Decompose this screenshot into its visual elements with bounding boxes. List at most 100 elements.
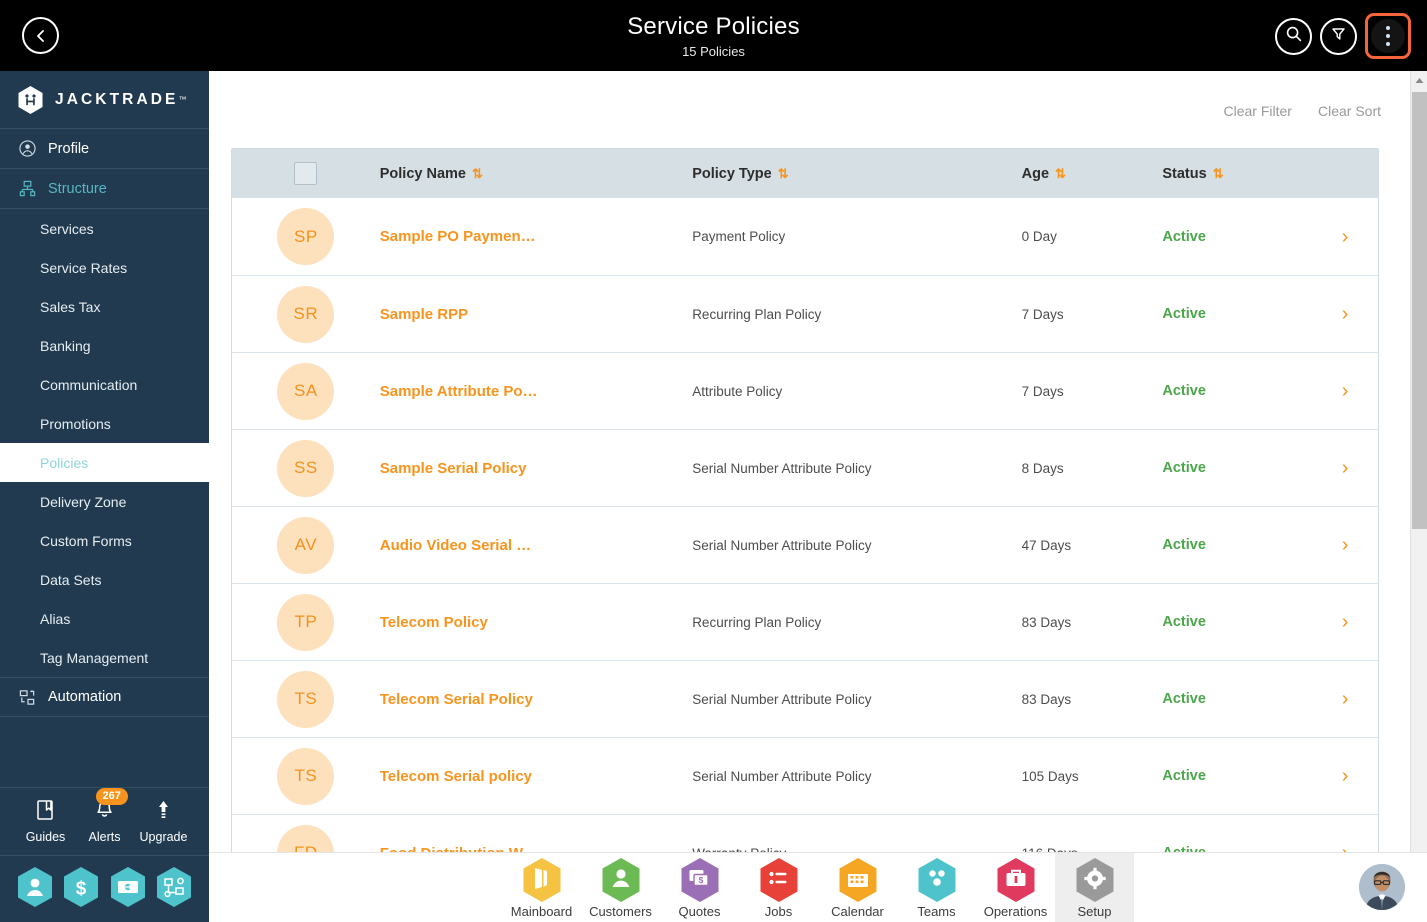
column-header-age[interactable]: Age ⇅ xyxy=(1022,166,1163,182)
sidebar-item-sales-tax[interactable]: Sales Tax xyxy=(0,287,209,326)
cell-age: 0 Day xyxy=(1021,229,1057,244)
sidebar-item-delivery-zone[interactable]: Delivery Zone xyxy=(0,482,209,521)
sidebar-item-banking[interactable]: Banking xyxy=(0,326,209,365)
table-row[interactable]: SA Sample Attribute Po… Attribute Policy 7 … xyxy=(232,352,1378,429)
cell-policy-name[interactable]: Sample RPP xyxy=(380,306,692,323)
dollar-hex-button[interactable]: $ xyxy=(62,866,100,910)
avatar-initials: SP xyxy=(277,208,335,265)
chevron-left-icon xyxy=(34,29,48,43)
sidebar-item-data-sets[interactable]: Data Sets xyxy=(0,560,209,599)
sidebar-item-services[interactable]: Services xyxy=(0,209,209,248)
column-header-status[interactable]: Status ⇅ xyxy=(1162,166,1312,182)
jacktrade-hex-logo-icon xyxy=(17,85,44,115)
table-row[interactable]: FDFood Distribution WWarranty Policy116 … xyxy=(232,814,1378,852)
bottom-nav-operations[interactable]: Operations xyxy=(976,853,1055,922)
select-all-checkbox[interactable] xyxy=(294,162,318,185)
sidebar-item-structure[interactable]: Structure xyxy=(0,169,209,209)
status-badge: Active xyxy=(1162,228,1206,245)
row-open-button[interactable]: › xyxy=(1312,612,1378,632)
sidebar-item-label: Banking xyxy=(40,337,91,354)
row-avatar-cell: AV xyxy=(232,516,380,574)
avatar[interactable] xyxy=(1359,864,1405,910)
sidebar-item-label: Profile xyxy=(48,140,90,157)
column-header-policy-type[interactable]: Policy Type ⇅ xyxy=(692,166,1021,182)
scroll-up-button[interactable] xyxy=(1411,71,1427,88)
row-open-button[interactable]: › xyxy=(1312,227,1378,247)
guides-label: Guides xyxy=(25,830,66,844)
money-transfer-hex-button[interactable] xyxy=(109,866,147,910)
vertical-scrollbar[interactable] xyxy=(1410,71,1427,852)
cell-policy-type: Attribute Policy xyxy=(692,383,783,399)
clear-filter-button[interactable]: Clear Filter xyxy=(1224,103,1292,119)
cell-policy-name[interactable]: Telecom Serial policy xyxy=(380,768,692,785)
sidebar-item-profile[interactable]: Profile xyxy=(0,129,209,169)
sort-icon[interactable]: ⇅ xyxy=(1055,166,1066,182)
cell-age: 105 Days xyxy=(1021,768,1079,784)
cell-policy-type: Serial Number Attribute Policy xyxy=(692,691,872,707)
row-open-button[interactable]: › xyxy=(1312,766,1378,786)
cell-policy-name[interactable]: Sample Attribute Po… xyxy=(380,383,692,400)
upgrade-button[interactable]: Upgrade xyxy=(135,799,193,844)
sidebar-item-promotions[interactable]: Promotions xyxy=(0,404,209,443)
sidebar-item-service-rates[interactable]: Service Rates xyxy=(0,248,209,287)
person-hex-button[interactable] xyxy=(16,866,54,910)
bottom-nav-quotes[interactable]: $ Quotes xyxy=(660,853,739,922)
table-row[interactable]: TS Telecom Serial policy Serial Number Att… xyxy=(232,737,1378,814)
more-options-button[interactable] xyxy=(1365,13,1411,59)
row-open-button[interactable]: › xyxy=(1312,843,1378,852)
sidebar-item-alias[interactable]: Alias xyxy=(0,599,209,638)
book-icon xyxy=(35,799,56,827)
bottom-nav-calendar[interactable]: Calendar xyxy=(818,853,897,922)
clear-sort-button[interactable]: Clear Sort xyxy=(1318,103,1381,119)
table-row[interactable]: TP Telecom Policy Recurring Plan Policy 83 … xyxy=(232,583,1378,660)
bottom-nav-teams[interactable]: Teams xyxy=(897,853,976,922)
cell-policy-name[interactable]: Telecom Serial Policy xyxy=(380,691,692,708)
cell-policy-name[interactable]: Telecom Policy xyxy=(380,614,692,631)
row-open-button[interactable]: › xyxy=(1312,458,1378,478)
filter-button[interactable] xyxy=(1320,17,1357,55)
sidebar-item-policies[interactable]: Policies xyxy=(0,443,209,482)
scrollbar-thumb[interactable] xyxy=(1412,92,1427,529)
bottom-nav-setup[interactable]: Setup xyxy=(1055,852,1134,922)
sort-icon[interactable]: ⇅ xyxy=(472,166,483,182)
row-open-button[interactable]: › xyxy=(1312,304,1378,324)
cell-policy-name[interactable]: Sample PO Paymen… xyxy=(380,228,692,245)
chevron-right-icon: › xyxy=(1341,688,1349,710)
cell-age: 83 Days xyxy=(1021,614,1072,630)
search-button[interactable] xyxy=(1275,17,1312,55)
sidebar-quick-actions: $ xyxy=(0,855,209,922)
bottom-nav-jobs[interactable]: Jobs xyxy=(739,853,818,922)
sidebar-item-tag-management[interactable]: Tag Management xyxy=(0,638,209,677)
sort-icon[interactable]: ⇅ xyxy=(1213,166,1224,182)
select-all-cell xyxy=(232,162,380,185)
table-row[interactable]: TS Telecom Serial Policy Serial Number Att… xyxy=(232,660,1378,737)
bottom-nav-label: Calendar xyxy=(831,903,884,919)
workflow-hex-button[interactable] xyxy=(155,866,193,910)
bottom-nav-mainboard[interactable]: Mainboard xyxy=(502,853,581,922)
main-content: Clear Filter Clear Sort Policy Name ⇅ Po… xyxy=(209,71,1427,852)
brand-logo[interactable]: JACKTRADE ™ xyxy=(0,71,209,129)
table-row[interactable]: AV Audio Video Serial … Serial Number Attr… xyxy=(232,506,1378,583)
alerts-badge: 267 xyxy=(95,788,128,805)
sort-icon[interactable]: ⇅ xyxy=(778,166,789,182)
bottom-nav-customers[interactable]: Customers xyxy=(581,853,660,922)
table-row[interactable]: SS Sample Serial Policy Serial Number Attr… xyxy=(232,429,1378,506)
row-open-button[interactable]: › xyxy=(1312,535,1378,555)
cell-policy-name[interactable]: Sample Serial Policy xyxy=(380,460,692,477)
row-open-button[interactable]: › xyxy=(1312,381,1378,401)
alerts-button[interactable]: 267 Alerts xyxy=(76,788,134,844)
guides-button[interactable]: Guides xyxy=(17,799,75,844)
jobs-icon xyxy=(758,857,800,903)
sidebar-item-automation[interactable]: Automation xyxy=(0,677,209,717)
chevron-right-icon: › xyxy=(1341,765,1349,787)
column-header-policy-name[interactable]: Policy Name ⇅ xyxy=(380,166,692,182)
row-avatar-cell: SS xyxy=(232,439,380,497)
cell-policy-name[interactable]: Audio Video Serial … xyxy=(380,537,692,554)
sidebar-item-communication[interactable]: Communication xyxy=(0,365,209,404)
back-button[interactable] xyxy=(22,17,59,54)
table-row[interactable]: SR Sample RPP Recurring Plan Policy 7 Days A… xyxy=(232,275,1378,352)
cell-policy-name[interactable]: Food Distribution W xyxy=(380,845,692,853)
sidebar-item-custom-forms[interactable]: Custom Forms xyxy=(0,521,209,560)
table-row[interactable]: SP Sample PO Paymen… Payment Policy 0 Day Ac… xyxy=(232,198,1378,275)
row-open-button[interactable]: › xyxy=(1312,689,1378,709)
